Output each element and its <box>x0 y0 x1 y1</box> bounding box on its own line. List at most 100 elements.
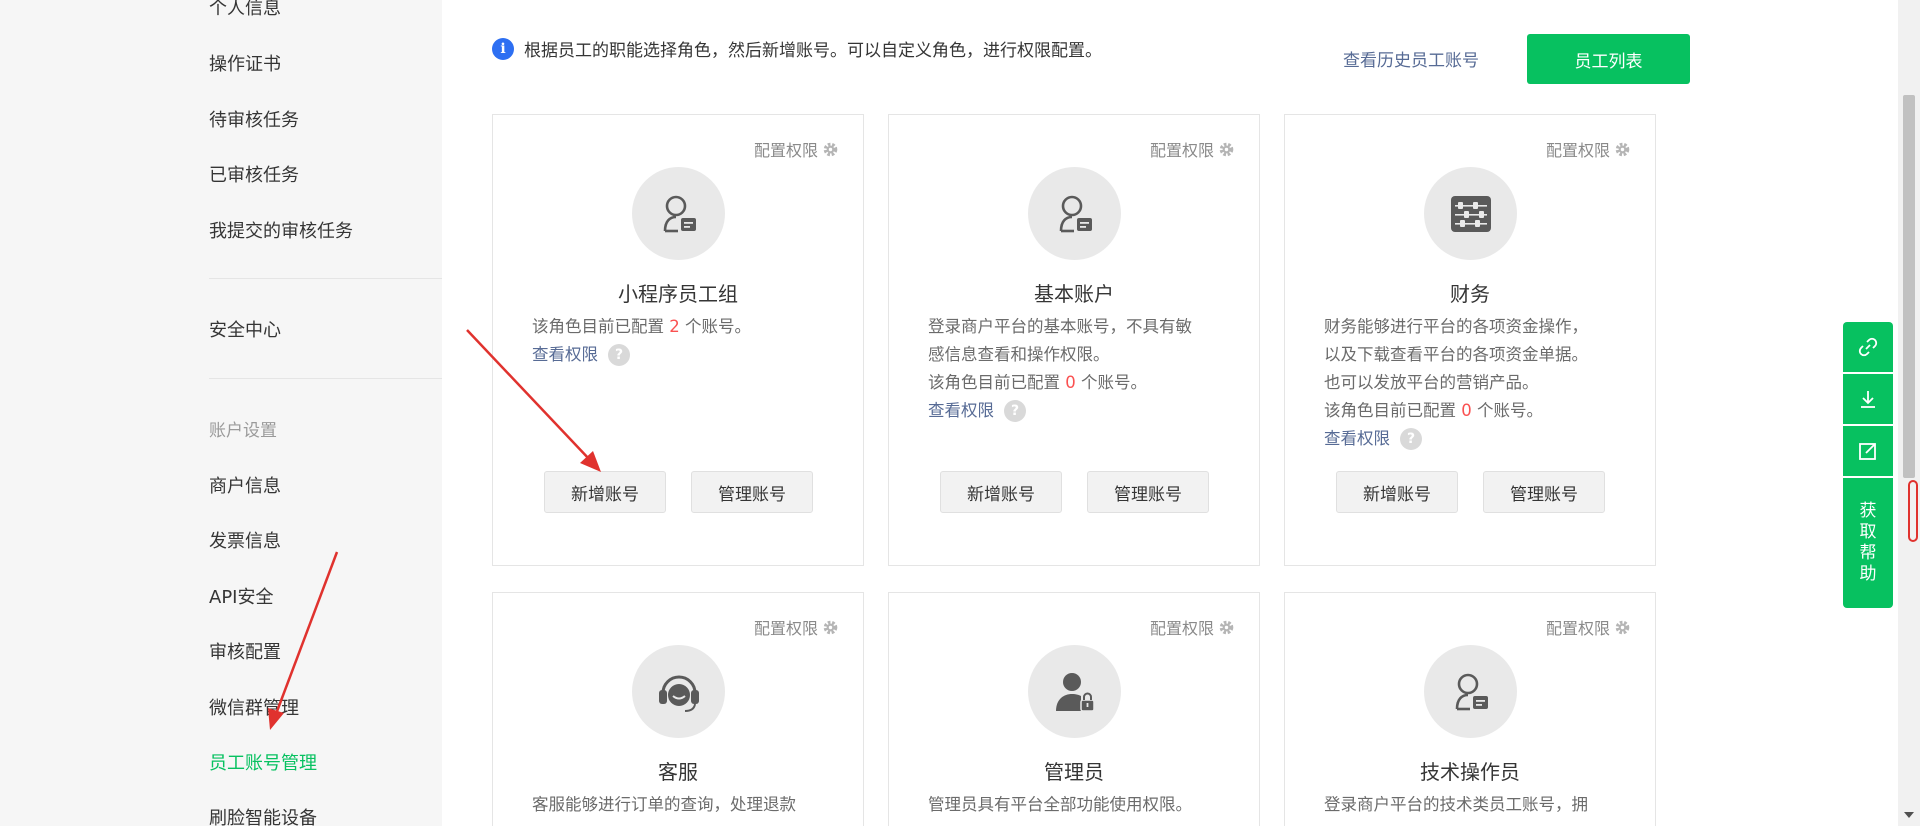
role-description: 该角色目前已配置 2 个账号。 查看权限? <box>532 313 843 369</box>
notice-text: 根据员工的职能选择角色，然后新增账号。可以自定义角色，进行权限配置。 <box>524 41 1102 61</box>
role-card: 配置权限 管理员 管理员具有平台全部功能使用权限。 <box>888 592 1260 826</box>
config-permission-button[interactable]: 配置权限 <box>754 615 839 639</box>
desc-line: 登录商户平台的技术类员工账号，拥 <box>1324 795 1588 814</box>
admin-lock-icon <box>1028 645 1121 738</box>
user-badge-icon <box>1424 645 1517 738</box>
account-count: 2 <box>669 317 680 336</box>
config-permission-label: 配置权限 <box>753 141 818 160</box>
role-description: 财务能够进行平台的各项资金操作， 以及下载查看平台的各项资金单据。 也可以发放平… <box>1324 313 1635 453</box>
nav-item-reviewed[interactable]: 已审核任务 <box>209 161 299 187</box>
role-title: 管理员 <box>1044 760 1104 784</box>
user-badge-icon <box>632 167 725 260</box>
nav-item-invoice-info[interactable]: 发票信息 <box>209 527 281 553</box>
role-card: 配置权限 客服 客服能够进行订单的查询，处理退款 <box>492 592 864 826</box>
gear-icon <box>1615 620 1630 634</box>
role-description: 管理员具有平台全部功能使用权限。 <box>928 791 1239 819</box>
view-permission-link[interactable]: 查看权限 <box>1324 425 1390 453</box>
nav-item-face-devices[interactable]: 刷脸智能设备 <box>209 804 317 826</box>
nav-item-review-config[interactable]: 审核配置 <box>209 638 281 664</box>
link-icon[interactable] <box>1843 322 1893 372</box>
staff-list-button[interactable]: 员工列表 <box>1527 34 1690 84</box>
add-account-button[interactable]: 新增账号 <box>544 471 666 513</box>
role-title: 客服 <box>658 760 698 784</box>
view-permission-link[interactable]: 查看权限 <box>928 397 994 425</box>
headset-icon <box>632 645 725 738</box>
download-icon[interactable] <box>1843 374 1893 424</box>
nav-heading-account-settings: 账户设置 <box>209 421 277 441</box>
nav-item-certificate[interactable]: 操作证书 <box>209 50 281 76</box>
manage-account-button[interactable]: 管理账号 <box>691 471 813 513</box>
nav-item-wechat-group[interactable]: 微信群管理 <box>209 694 299 720</box>
floating-toolbar: 获 取 帮 助 <box>1843 322 1893 608</box>
config-permission-label: 配置权限 <box>1545 619 1610 638</box>
nav-item-staff-accounts[interactable]: 员工账号管理 <box>209 749 317 775</box>
add-account-button[interactable]: 新增账号 <box>1336 471 1458 513</box>
nav-divider <box>209 378 442 379</box>
desc-line: 客服能够进行订单的查询，处理退款 <box>532 795 796 814</box>
nav-item-personal-info[interactable]: 个人信息 <box>209 0 281 20</box>
count-suffix: 个账号。 <box>1081 373 1147 392</box>
role-card: 配置权限 技术操作员 登录商户平台的技术类员工账号，拥 <box>1284 592 1656 826</box>
nav-item-api-security[interactable]: API安全 <box>209 583 273 609</box>
desc-line: 财务能够进行平台的各项资金操作， <box>1324 317 1588 336</box>
get-help-button[interactable]: 获 取 帮 助 <box>1843 478 1893 608</box>
desc-line: 管理员具有平台全部功能使用权限。 <box>928 795 1192 814</box>
role-title: 技术操作员 <box>1420 760 1520 784</box>
account-count: 0 <box>1461 401 1472 420</box>
nav-item-merchant-info[interactable]: 商户信息 <box>209 472 281 498</box>
role-description: 客服能够进行订单的查询，处理退款 <box>532 791 843 819</box>
role-card: 配置权限 财务 财务能够进行平台的各项资金操作， 以及下载查看平台的各项资金单据… <box>1284 114 1656 566</box>
help-char: 助 <box>1859 564 1877 584</box>
help-icon[interactable]: ? <box>608 344 630 366</box>
count-prefix: 该角色目前已配置 <box>532 317 664 336</box>
role-description: 登录商户平台的基本账号，不具有敏 感信息查看和操作权限。 该角色目前已配置 0 … <box>928 313 1239 425</box>
role-title: 小程序员工组 <box>618 282 738 306</box>
help-char: 取 <box>1859 522 1877 542</box>
config-permission-label: 配置权限 <box>1545 141 1610 160</box>
gear-icon <box>1219 620 1234 634</box>
config-permission-button[interactable]: 配置权限 <box>1546 137 1631 161</box>
manage-account-button[interactable]: 管理账号 <box>1087 471 1209 513</box>
count-prefix: 该角色目前已配置 <box>1324 401 1456 420</box>
scrollbar-thumb[interactable] <box>1903 95 1915 478</box>
view-permission-link[interactable]: 查看权限 <box>532 341 598 369</box>
role-count-line: 该角色目前已配置 0 个账号。 <box>928 369 1239 397</box>
info-icon: i <box>492 37 514 60</box>
sidebar: 个人信息 操作证书 待审核任务 已审核任务 我提交的审核任务 安全中心 账户设置… <box>0 0 442 826</box>
role-count-line: 该角色目前已配置 0 个账号。 <box>1324 397 1635 425</box>
notice-bar: i 根据员工的职能选择角色，然后新增账号。可以自定义角色，进行权限配置。 <box>492 36 1102 61</box>
role-count-line: 该角色目前已配置 2 个账号。 <box>532 313 843 341</box>
gear-icon <box>1615 142 1630 156</box>
count-suffix: 个账号。 <box>685 317 751 336</box>
desc-line: 也可以发放平台的营销产品。 <box>1324 373 1539 392</box>
config-permission-button[interactable]: 配置权限 <box>754 137 839 161</box>
config-permission-button[interactable]: 配置权限 <box>1150 615 1235 639</box>
count-suffix: 个账号。 <box>1477 401 1543 420</box>
nav-item-my-submitted[interactable]: 我提交的审核任务 <box>209 217 353 243</box>
nav-divider <box>209 278 442 279</box>
edit-icon[interactable] <box>1843 426 1893 476</box>
count-prefix: 该角色目前已配置 <box>928 373 1060 392</box>
config-permission-button[interactable]: 配置权限 <box>1150 137 1235 161</box>
manage-account-button[interactable]: 管理账号 <box>1483 471 1605 513</box>
role-description: 登录商户平台的技术类员工账号，拥 <box>1324 791 1635 819</box>
config-permission-label: 配置权限 <box>1149 619 1214 638</box>
account-count: 0 <box>1065 373 1076 392</box>
config-permission-label: 配置权限 <box>753 619 818 638</box>
help-icon[interactable]: ? <box>1004 400 1026 422</box>
desc-line: 以及下载查看平台的各项资金单据。 <box>1324 345 1588 364</box>
config-permission-button[interactable]: 配置权限 <box>1546 615 1631 639</box>
help-char: 帮 <box>1859 543 1877 563</box>
help-icon[interactable]: ? <box>1400 428 1422 450</box>
add-account-button[interactable]: 新增账号 <box>940 471 1062 513</box>
scroll-down-arrow-icon[interactable] <box>1904 812 1914 818</box>
role-title: 财务 <box>1450 282 1490 306</box>
history-accounts-link[interactable]: 查看历史员工账号 <box>1343 46 1479 71</box>
nav-item-pending-review[interactable]: 待审核任务 <box>209 106 299 132</box>
nav-item-security-center[interactable]: 安全中心 <box>209 316 281 342</box>
role-card: 配置权限 基本账户 登录商户平台的基本账号，不具有敏 感信息查看和操作权限。 该… <box>888 114 1260 566</box>
user-badge-icon <box>1028 167 1121 260</box>
page-scrollbar[interactable] <box>1898 0 1920 826</box>
desc-line: 登录商户平台的基本账号，不具有敏 <box>928 317 1192 336</box>
gear-icon <box>823 142 838 156</box>
